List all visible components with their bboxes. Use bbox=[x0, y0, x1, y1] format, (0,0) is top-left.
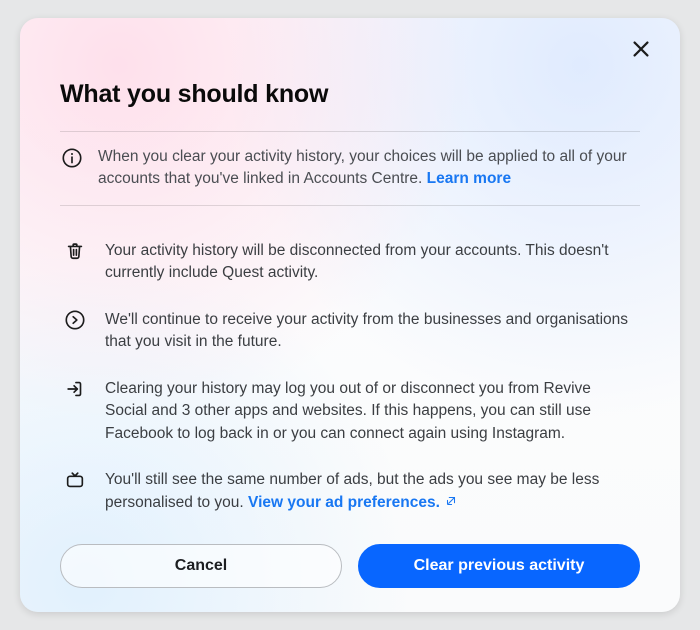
list-item-text: You'll still see the same number of ads,… bbox=[105, 469, 637, 514]
arrow-circle-icon bbox=[63, 309, 87, 354]
ad-preferences-link[interactable]: View your ad preferences. bbox=[248, 494, 458, 511]
button-row: Cancel Clear previous activity bbox=[60, 526, 640, 588]
what-you-should-know-modal: What you should know When you clear your… bbox=[20, 18, 680, 612]
list-item-text: Clearing your history may log you out of… bbox=[105, 378, 637, 445]
info-icon bbox=[60, 146, 84, 191]
logout-icon bbox=[63, 378, 87, 445]
clear-previous-activity-button[interactable]: Clear previous activity bbox=[358, 544, 640, 588]
close-row bbox=[60, 32, 658, 66]
ad-preferences-link-label: View your ad preferences. bbox=[248, 494, 440, 511]
list-item: We'll continue to receive your activity … bbox=[63, 309, 637, 354]
modal-title: What you should know bbox=[60, 80, 640, 109]
list-item-text: We'll continue to receive your activity … bbox=[105, 309, 637, 354]
tv-icon bbox=[63, 469, 87, 514]
learn-more-link[interactable]: Learn more bbox=[427, 170, 511, 187]
external-link-icon bbox=[444, 494, 458, 508]
info-banner-body: When you clear your activity history, yo… bbox=[98, 148, 627, 187]
close-button[interactable] bbox=[624, 32, 658, 66]
list-item: Your activity history will be disconnect… bbox=[63, 240, 637, 285]
trash-icon bbox=[63, 240, 87, 285]
list-item: Clearing your history may log you out of… bbox=[63, 378, 637, 445]
list-item: You'll still see the same number of ads,… bbox=[63, 469, 637, 514]
modal-backdrop: What you should know When you clear your… bbox=[0, 0, 700, 630]
close-icon bbox=[630, 38, 652, 60]
list-item-text: Your activity history will be disconnect… bbox=[105, 240, 637, 285]
cancel-button[interactable]: Cancel bbox=[60, 544, 342, 588]
info-banner-text: When you clear your activity history, yo… bbox=[98, 146, 640, 191]
info-list: Your activity history will be disconnect… bbox=[60, 206, 640, 526]
info-banner: When you clear your activity history, yo… bbox=[60, 132, 640, 205]
